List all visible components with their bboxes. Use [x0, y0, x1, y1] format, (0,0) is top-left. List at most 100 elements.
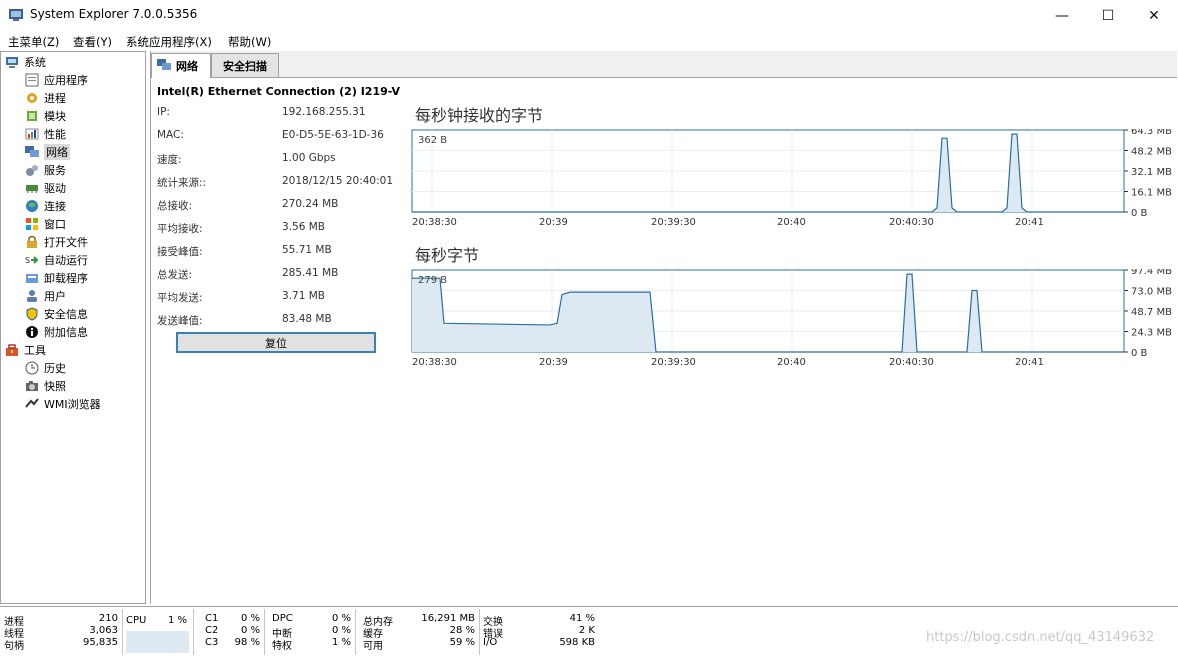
tree-item-drivers[interactable]: 驱动 [25, 179, 66, 197]
prop-label: 总发送: [157, 269, 193, 281]
tree-item-network[interactable]: 网络 [25, 143, 70, 161]
tree-item-processes[interactable]: 进程 [25, 89, 66, 107]
status-row: I/O 598 KB [483, 637, 595, 649]
tree-item-wmi-browser[interactable]: WMI浏览器 [25, 395, 101, 413]
prop-value: E0-D5-5E-63-1D-36 [282, 129, 384, 141]
tab-security-scan[interactable]: 安全扫描 [211, 53, 279, 78]
cpu-value: 1 % [167, 615, 187, 626]
status-label: 交换 [483, 617, 503, 628]
status-label: C3 [205, 637, 219, 648]
tree-item-uninstall[interactable]: 卸载程序 [25, 269, 88, 287]
tree-item-applications[interactable]: 应用程序 [25, 71, 88, 89]
minimize-button[interactable]: — [1039, 0, 1085, 31]
prop-label: 总接收: [157, 200, 193, 212]
tab-network[interactable]: 网络 [151, 53, 211, 78]
close-button[interactable]: ✕ [1131, 0, 1177, 31]
y-tick-label: 16.1 MB [1131, 188, 1172, 199]
menu-view[interactable]: 查看(Y) [73, 34, 112, 50]
tree-item-autorun[interactable]: S 自动运行 [25, 251, 88, 269]
toolbox-icon [5, 343, 19, 357]
tree-item-security-info[interactable]: 安全信息 [25, 305, 88, 323]
status-label: 总内存 [363, 617, 393, 628]
status-value: 0 % [331, 613, 351, 624]
tree-item-additional-info[interactable]: 附加信息 [25, 323, 88, 341]
y-tick-label: 48.7 MB [1131, 307, 1172, 318]
status-row: 句柄 95,835 [4, 637, 118, 652]
menu-system-apps[interactable]: 系统应用程序(X) [126, 34, 212, 50]
x-tick-label: 20:41 [1015, 357, 1044, 368]
connection-icon [25, 199, 39, 213]
status-row: 可用 59 % [363, 637, 475, 652]
total-bytes-chart: 279 B 97.4 MB 73.0 MB 48.7 MB 24.3 MB 0 B 20:3… [411, 269, 1172, 368]
status-label: 可用 [363, 641, 383, 652]
tree-item-connections[interactable]: 连接 [25, 197, 66, 215]
status-value: 0 % [331, 625, 351, 636]
tree-item-services[interactable]: 服务 [25, 161, 66, 179]
app-icon [9, 9, 23, 21]
prop-label: 平均接收: [157, 223, 203, 235]
status-value: 210 [98, 613, 118, 624]
y-tick-label: 0 B [1131, 208, 1148, 219]
title-bar: System Explorer 7.0.0.5356 — ☐ ✕ [0, 0, 1178, 31]
menu-main[interactable]: 主菜单(Z) [8, 34, 59, 50]
window-title: System Explorer 7.0.0.5356 [30, 7, 198, 21]
info-icon [25, 325, 39, 339]
watermark: https://blog.csdn.net/qq_43149632 [926, 630, 1155, 645]
tree-item-system[interactable]: 系统 [5, 53, 46, 71]
status-row: 缓存 28 % [363, 625, 475, 640]
status-value: 0 % [240, 625, 260, 636]
y-tick-label: 32.1 MB [1131, 167, 1172, 178]
y-tick-label: 97.4 MB [1131, 269, 1172, 277]
tree-item-tools[interactable]: 工具 [5, 341, 46, 359]
tree-item-history[interactable]: 历史 [25, 359, 66, 377]
status-row: C2 0 % [205, 625, 260, 637]
prop-value: 192.168.255.31 [282, 106, 366, 118]
driver-icon [25, 181, 39, 195]
status-value: 95,835 [83, 637, 118, 648]
status-row: 线程 3,063 [4, 625, 118, 640]
prop-value: 2018/12/15 20:40:01 [282, 175, 394, 187]
autorun-icon: S [25, 253, 39, 267]
status-row: C1 0 % [205, 613, 260, 625]
tree-item-modules[interactable]: 模块 [25, 107, 66, 125]
status-value: 16,291 MB [421, 613, 475, 624]
y-tick-label: 24.3 MB [1131, 328, 1172, 339]
prop-value: 83.48 MB [282, 313, 332, 325]
prop-label: 平均发送: [157, 292, 203, 304]
received-chart-title: 每秒钟接收的字节 [415, 106, 544, 125]
status-row: 特权 1 % [272, 637, 351, 652]
tree-item-windows[interactable]: 窗口 [25, 215, 66, 233]
prop-value: 3.71 MB [282, 290, 325, 302]
status-value: 41 % [569, 613, 595, 624]
status-label: 进程 [4, 617, 24, 628]
total-chart-title: 每秒字节 [415, 246, 480, 265]
tree-item-performance[interactable]: 性能 [25, 125, 66, 143]
reset-button[interactable]: 复位 [176, 332, 376, 353]
maximize-button[interactable]: ☐ [1085, 0, 1131, 31]
status-row: C3 98 % [205, 637, 260, 649]
tree-item-open-files[interactable]: 打开文件 [25, 233, 88, 251]
prop-label: MAC: [157, 129, 184, 141]
menu-help[interactable]: 帮助(W) [228, 34, 271, 50]
status-label: 错误 [483, 629, 503, 640]
prop-label: IP: [157, 106, 170, 118]
process-icon [25, 91, 39, 105]
prop-value: 285.41 MB [282, 267, 339, 279]
status-label: 缓存 [363, 629, 383, 640]
current-value: 279 B [418, 275, 447, 286]
window-icon [25, 217, 39, 231]
tree-item-snapshots[interactable]: 快照 [25, 377, 66, 395]
status-row: 总内存 16,291 MB [363, 613, 475, 628]
status-row: 错误 2 K [483, 625, 595, 640]
x-tick-label: 20:39:30 [651, 357, 696, 368]
status-value: 1 % [331, 637, 351, 648]
clock-icon [25, 361, 39, 375]
computer-icon [5, 55, 19, 69]
status-cpu: CPU 1 % [123, 609, 194, 655]
cpu-graph [126, 631, 189, 653]
prop-label: 速度: [157, 154, 182, 166]
status-value: 598 KB [559, 637, 595, 648]
status-swap: 交换 41 % 错误 2 K I/O 598 KB [479, 609, 599, 655]
status-label: I/O [483, 637, 498, 648]
tree-item-users[interactable]: 用户 [25, 287, 66, 305]
